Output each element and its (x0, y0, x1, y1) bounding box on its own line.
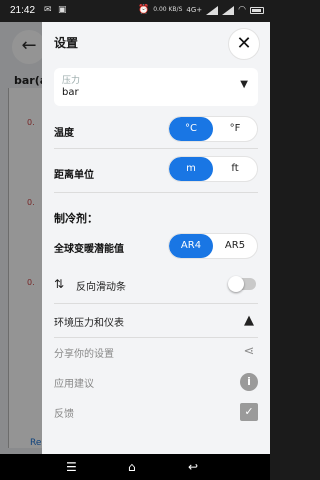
reverse-slider-label: 反向滑动条 (76, 282, 126, 293)
gwp-toggle: AR4 AR5 (168, 233, 258, 259)
switch-knob (228, 276, 244, 292)
signal-icon (206, 5, 219, 15)
close-button[interactable]: ✕ (228, 28, 260, 60)
system-nav-bar: ☰ ⌂ ↩ (0, 454, 270, 480)
distance-label: 距离单位 (54, 170, 94, 181)
share-icon: ⋖ (243, 344, 255, 359)
pressure-dropdown[interactable]: 压力 bar ▼ (54, 68, 258, 106)
network-speed: 0.00 KB/S (153, 6, 183, 13)
checklist-icon: ✓ (240, 403, 258, 421)
mountain-icon: ▲ (244, 313, 254, 328)
divider (54, 148, 258, 149)
share-settings-row[interactable]: 分享你的设置 ⋖ (54, 340, 258, 364)
gwp-option-ar4[interactable]: AR4 (169, 234, 213, 258)
chevron-down-icon: ▼ (240, 79, 248, 90)
env-gauges-row[interactable]: 环境压力和仪表 ▲ (54, 309, 258, 333)
signal-icon-2 (222, 5, 235, 15)
reverse-slider-switch[interactable] (228, 276, 256, 292)
back-icon[interactable]: ↩ (188, 460, 198, 474)
app-suggestion-row[interactable]: 应用建议 i (54, 370, 258, 394)
reverse-slider-row[interactable]: ⇅ 反向滑动条 (54, 273, 258, 297)
distance-option-m[interactable]: m (169, 157, 213, 181)
app-suggestion-label: 应用建议 (54, 379, 94, 390)
alarm-icon: ⏰ (138, 5, 150, 15)
battery-icon (250, 6, 264, 14)
home-icon[interactable]: ⌂ (128, 460, 136, 474)
divider (54, 303, 258, 304)
wifi-icon: ◠ (238, 5, 246, 15)
close-icon: ✕ (236, 33, 252, 54)
gwp-label: 全球变暖潜能值 (54, 244, 124, 255)
temperature-toggle: °C °F (168, 116, 258, 142)
env-gauges-label: 环境压力和仪表 (54, 318, 124, 329)
temperature-label: 温度 (54, 128, 74, 139)
notification-icon: ▣ (58, 5, 67, 15)
feedback-row[interactable]: 反馈 ✓ (54, 400, 258, 424)
swap-vertical-icon: ⇅ (54, 277, 65, 291)
temperature-option-fahrenheit[interactable]: °F (213, 117, 257, 141)
status-bar: 21:42 ✉ ▣ ⏰ 0.00 KB/S 4G+ ◠ (0, 0, 270, 22)
feedback-label: 反馈 (54, 409, 74, 420)
distance-toggle: m ft (168, 156, 258, 182)
drawer-title: 设置 (54, 36, 79, 50)
temperature-option-celsius[interactable]: °C (169, 117, 213, 141)
share-settings-label: 分享你的设置 (54, 349, 114, 360)
message-icon: ✉ (44, 5, 52, 15)
pressure-label: 压力 (62, 76, 81, 86)
network-type: 4G+ (186, 6, 203, 14)
info-icon: i (240, 373, 258, 391)
pressure-value: bar (62, 87, 79, 98)
divider (54, 337, 258, 338)
menu-icon[interactable]: ☰ (66, 460, 77, 474)
divider (54, 192, 258, 193)
status-time: 21:42 (10, 5, 36, 16)
distance-option-ft[interactable]: ft (213, 157, 257, 181)
gwp-option-ar5[interactable]: AR5 (213, 234, 257, 258)
settings-drawer: 设置 ✕ 压力 bar ▼ 温度 °C °F 距离单位 m ft 制冷剂： 全球… (42, 22, 270, 454)
refrigerant-section-title: 制冷剂： (54, 212, 98, 225)
